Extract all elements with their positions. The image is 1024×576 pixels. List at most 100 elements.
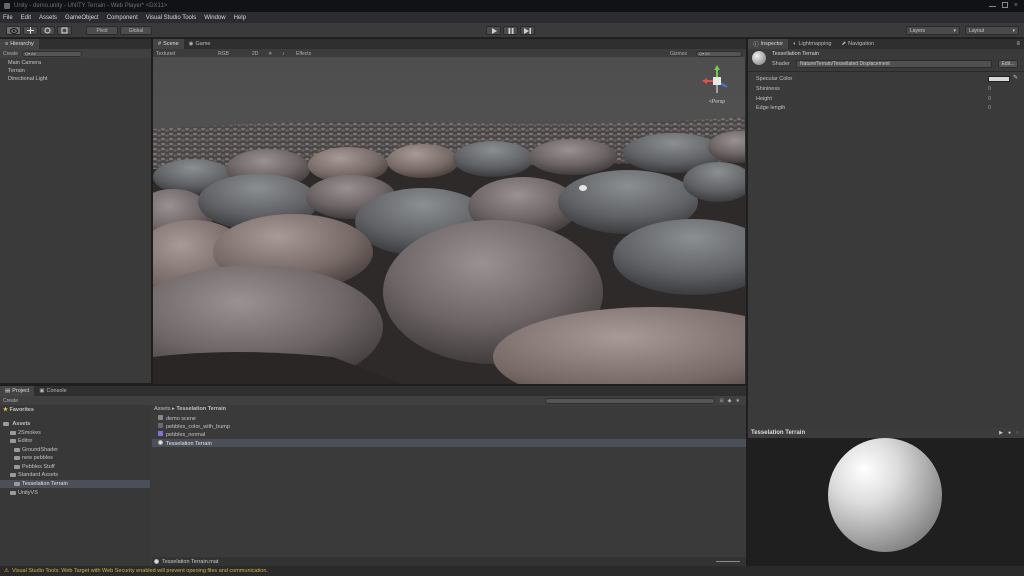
tab-console[interactable]: ▣ Console xyxy=(34,386,71,396)
tab-hierarchy[interactable]: ≡ Hierarchy xyxy=(0,39,39,49)
hierarchy-search-input[interactable]: Q▾ All xyxy=(22,50,83,57)
status-bar: ⚠ Visual Studio Tools: Web Target with W… xyxy=(0,566,1024,576)
effects-dropdown[interactable]: Effects xyxy=(296,51,326,57)
toggle-2d-button[interactable]: 2D xyxy=(252,51,264,57)
file-tesselation-terrain[interactable]: Tesselation Terrain xyxy=(158,440,212,447)
favorites-node[interactable]: ★ Favorites xyxy=(3,407,34,413)
breadcrumb-assets[interactable]: Assets xyxy=(154,406,171,412)
tab-game[interactable]: ◉ Game xyxy=(184,39,216,49)
folder-icon xyxy=(14,464,20,469)
hierarchy-create-button[interactable]: Create xyxy=(3,51,18,57)
hand-tool-button[interactable] xyxy=(6,26,21,35)
menu-gameobject[interactable]: GameObject xyxy=(65,15,99,21)
material-preview-sphere[interactable] xyxy=(828,438,942,552)
lock-icon[interactable]: ≡ xyxy=(1016,39,1024,49)
status-message[interactable]: Visual Studio Tools: Web Target with Web… xyxy=(12,568,268,574)
menu-visual-studio-tools[interactable]: Visual Studio Tools xyxy=(146,15,196,21)
tab-inspector[interactable]: ⓘ Inspector xyxy=(748,39,789,49)
folder-groundshader[interactable]: GroundShader xyxy=(14,447,58,453)
rotate-tool-button[interactable] xyxy=(40,26,55,35)
play-button[interactable] xyxy=(486,26,501,35)
move-tool-button[interactable] xyxy=(23,26,38,35)
shader-edit-label: Edit... xyxy=(1001,61,1015,67)
render-mode-dropdown[interactable]: RGB xyxy=(218,51,248,57)
layout-dropdown[interactable]: Layout ▾ xyxy=(965,26,1019,35)
file-pebbles-color[interactable]: pebbles_color_with_bump xyxy=(158,423,230,430)
scene-viewport[interactable]: <Persp xyxy=(153,57,745,384)
navigation-icon: ⬈ xyxy=(841,41,847,47)
pebble-terrain-render xyxy=(153,57,745,384)
specular-color-field[interactable] xyxy=(988,76,1010,82)
layers-dropdown[interactable]: Layers ▾ xyxy=(906,26,960,35)
tab-scene[interactable]: # Scene xyxy=(153,39,184,49)
pause-icon xyxy=(508,27,513,34)
pivot-label: Pivot xyxy=(96,27,108,34)
tab-project[interactable]: ▤ Project xyxy=(0,386,35,396)
folder-new-pebbles[interactable]: new pebbles xyxy=(14,455,53,461)
close-icon[interactable]: × xyxy=(1014,2,1018,9)
pivot-toggle[interactable]: Pivot xyxy=(86,26,118,35)
maximize-icon[interactable] xyxy=(1001,2,1008,8)
folder-label: 2Smokes xyxy=(18,430,41,436)
material-preview-thumbnail xyxy=(752,51,766,65)
menu-file[interactable]: File xyxy=(3,15,13,21)
pause-button[interactable] xyxy=(503,26,518,35)
shader-edit-button[interactable]: Edit... xyxy=(998,60,1018,68)
shading-mode-dropdown[interactable]: Textured xyxy=(156,51,214,57)
hierarchy-item-main-camera[interactable]: Main Camera xyxy=(8,60,41,66)
shader-dropdown[interactable]: Nature/Terrain/Tessellated Displacement xyxy=(796,60,992,68)
folder-pebbles-stuff[interactable]: Pebbles Stuff xyxy=(14,464,55,470)
eyedropper-icon[interactable]: ✎ xyxy=(1013,74,1018,81)
breadcrumb-current[interactable]: Tesselation Terrain xyxy=(176,406,226,412)
minimize-icon[interactable] xyxy=(988,6,996,7)
step-button[interactable] xyxy=(520,26,535,35)
menu-window[interactable]: Window xyxy=(204,15,225,21)
folder-tesselation-terrain[interactable]: Tesselation Terrain xyxy=(14,481,68,487)
scene-search-input[interactable]: Q▾ All xyxy=(696,50,742,57)
title-bar: Unity - demo.unity - UNITY Terrain - Web… xyxy=(0,0,1024,12)
menu-component[interactable]: Component xyxy=(107,15,138,21)
project-search-input[interactable] xyxy=(545,397,716,404)
play-preview-icon[interactable]: ▶ xyxy=(999,430,1003,436)
folder-label: Pebbles Stuff xyxy=(22,464,55,470)
scene-orientation-gizmo[interactable]: <Persp xyxy=(699,65,735,105)
light-preview-icon[interactable]: ◌ xyxy=(1016,430,1019,436)
star-filter-icon[interactable]: ★ xyxy=(736,398,740,404)
gizmos-dropdown[interactable]: Gizmos xyxy=(670,51,692,57)
thumbnail-size-slider[interactable] xyxy=(716,561,740,562)
folder-editor[interactable]: Editor xyxy=(10,438,32,444)
hierarchy-item-directional-light[interactable]: Directional Light xyxy=(8,76,47,82)
edge-length-label: Edge length xyxy=(756,105,786,111)
folder-2smokes[interactable]: 2Smokes xyxy=(10,430,41,436)
assets-node[interactable]: Assets xyxy=(3,421,30,427)
folder-icon xyxy=(14,455,20,460)
shininess-value[interactable]: 0 xyxy=(988,86,991,92)
tab-lightmapping[interactable]: ◐ Lightmapping xyxy=(788,39,836,49)
audio-toggle[interactable]: ♪ xyxy=(282,51,292,57)
edge-length-value[interactable]: 0 xyxy=(988,105,991,111)
sphere-preview-icon[interactable]: ● xyxy=(1008,430,1011,436)
menu-edit[interactable]: Edit xyxy=(21,15,31,21)
project-folder-tree: ★ Favorites Assets 2Smokes Editor Ground… xyxy=(0,405,150,566)
global-toggle[interactable]: Global xyxy=(120,26,152,35)
selected-asset-bar: Tesselation Terrain.mat xyxy=(152,557,746,566)
height-value[interactable]: 0 xyxy=(988,96,991,102)
filter-type-icon[interactable]: ⊟ xyxy=(719,398,723,404)
step-icon xyxy=(524,27,531,34)
menu-assets[interactable]: Assets xyxy=(39,15,57,21)
lighting-toggle[interactable]: ☀ xyxy=(268,51,278,57)
tab-navigation[interactable]: ⬈ Navigation xyxy=(837,39,880,49)
file-demo-scene[interactable]: demo scene xyxy=(158,415,196,422)
file-pebbles-normal[interactable]: pebbles_normal xyxy=(158,431,205,438)
project-create-button[interactable]: Create xyxy=(3,398,18,404)
menu-help[interactable]: Help xyxy=(234,15,246,21)
perspective-label[interactable]: <Persp xyxy=(699,99,735,105)
folder-unityvs[interactable]: UnityVS xyxy=(10,490,38,496)
folder-icon xyxy=(10,472,16,477)
filter-label-icon[interactable]: ◆ xyxy=(728,398,732,404)
folder-standard-assets[interactable]: Standard Assets xyxy=(10,472,58,478)
layout-label: Layout xyxy=(969,27,985,34)
hierarchy-item-terrain[interactable]: Terrain xyxy=(8,68,25,74)
scale-tool-button[interactable] xyxy=(57,26,72,35)
hierarchy-tabbar: ≡ Hierarchy xyxy=(0,39,151,49)
